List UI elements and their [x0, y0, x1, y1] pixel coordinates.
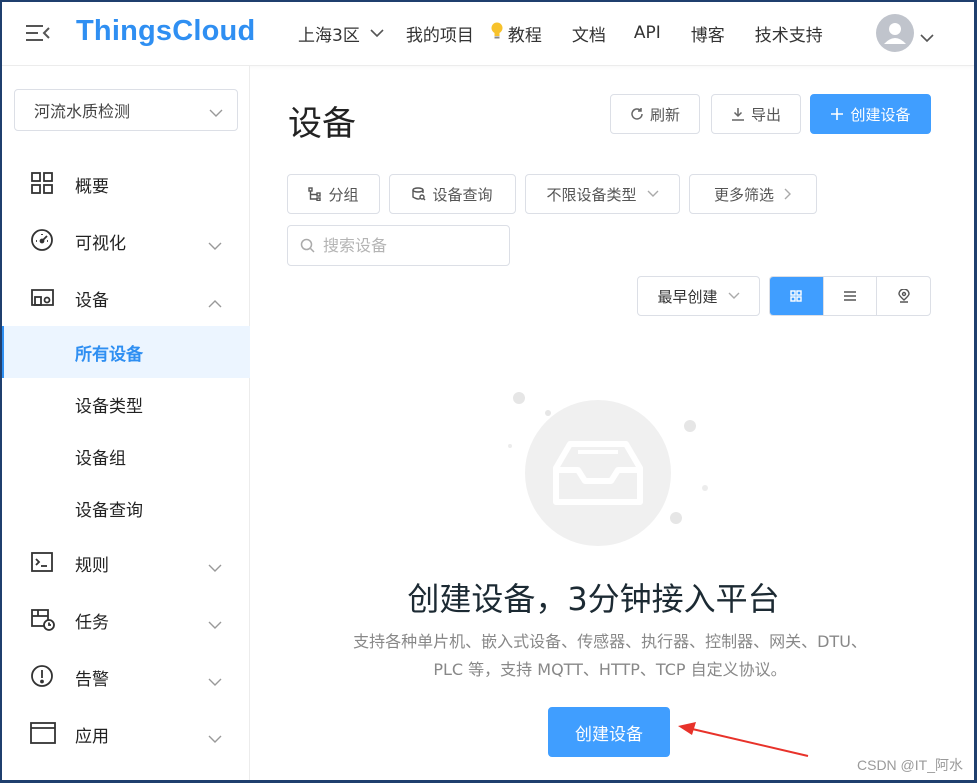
- sidebar-item-label: 规则: [75, 555, 109, 576]
- lightbulb-icon: [490, 22, 504, 45]
- avatar[interactable]: [876, 14, 914, 52]
- nav-support[interactable]: 技术支持: [755, 21, 823, 46]
- sidebar-item-label: 应用: [75, 726, 109, 747]
- nav-docs[interactable]: 文档: [572, 21, 606, 46]
- top-header: ThingsCloud 上海3区 我的项目 教程 文档 API 博客 技术支持: [0, 0, 977, 66]
- map-pin-icon: [897, 289, 910, 303]
- annotation-arrow-icon: [676, 718, 812, 762]
- app-window-icon: [30, 721, 56, 747]
- sidebar-item-device-types[interactable]: 设备类型: [0, 378, 250, 430]
- plus-icon: [830, 107, 844, 121]
- refresh-button-label: 刷新: [649, 105, 680, 124]
- sidebar-item-label: 告警: [75, 669, 109, 690]
- terminal-icon: [30, 550, 56, 576]
- empty-desc-line: 支持各种单片机、嵌入式设备、传感器、执行器、控制器、网关、DTU、: [353, 632, 867, 651]
- empty-create-device-button[interactable]: 创建设备: [548, 707, 670, 757]
- sidebar-item-device-groups[interactable]: 设备组: [0, 430, 250, 482]
- watermark: CSDN @IT_阿水: [857, 757, 963, 773]
- more-filters-label: 更多筛选: [713, 185, 774, 204]
- map-view-button[interactable]: [876, 277, 930, 315]
- nav-blog[interactable]: 博客: [691, 21, 725, 46]
- region-selector[interactable]: 上海3区: [298, 21, 384, 46]
- database-search-icon: [412, 187, 426, 201]
- create-device-button[interactable]: 创建设备: [810, 94, 931, 134]
- view-mode-toggle: [769, 276, 931, 316]
- sidebar-item-overview[interactable]: 概要: [0, 158, 250, 210]
- dashboard-gauge-icon: [30, 228, 56, 254]
- sidebar-item-label: 可视化: [75, 233, 126, 254]
- sidebar-item-alerts[interactable]: 告警: [0, 651, 250, 703]
- chevron-down-icon[interactable]: [920, 28, 934, 47]
- list-view-icon: [844, 291, 856, 301]
- sort-value: 最早创建: [657, 287, 718, 306]
- nav-tutorial-label: 教程: [507, 25, 542, 46]
- chevron-down-icon: [208, 236, 222, 256]
- nav-tutorial[interactable]: 教程: [490, 21, 542, 46]
- empty-create-device-label: 创建设备: [575, 724, 643, 745]
- empty-state-description: 支持各种单片机、嵌入式设备、传感器、执行器、控制器、网关、DTU、 PLC 等，…: [320, 628, 900, 684]
- refresh-icon: [630, 107, 644, 121]
- export-button[interactable]: 导出: [711, 94, 801, 134]
- group-filter-label: 分组: [328, 185, 359, 204]
- sidebar-item-label: 概要: [75, 176, 109, 197]
- empty-inbox-illustration: [500, 380, 720, 560]
- menu-collapse-icon[interactable]: [26, 24, 50, 42]
- page-title: 设备: [288, 104, 356, 144]
- search-icon: [300, 238, 315, 253]
- search-box[interactable]: [287, 225, 510, 266]
- sidebar-item-all-devices[interactable]: 所有设备: [0, 326, 250, 378]
- project-select[interactable]: 河流水质检测: [14, 89, 238, 131]
- chevron-down-icon: [208, 729, 222, 749]
- sidebar-item-label: 设备: [75, 290, 109, 311]
- create-device-button-label: 创建设备: [850, 105, 911, 124]
- top-nav: 上海3区 我的项目 教程 文档 API 博客 技术支持: [298, 0, 823, 66]
- project-select-value: 河流水质检测: [34, 102, 131, 121]
- list-view-button[interactable]: [822, 277, 877, 315]
- device-type-value: 不限设备类型: [546, 185, 637, 204]
- download-icon: [731, 107, 745, 121]
- device-query-button[interactable]: 设备查询: [389, 174, 516, 214]
- nav-my-projects[interactable]: 我的项目: [406, 21, 474, 46]
- grid-view-icon: [790, 290, 803, 302]
- sidebar-item-apps[interactable]: 应用: [0, 708, 250, 760]
- refresh-button[interactable]: 刷新: [610, 94, 700, 134]
- empty-state-title-text: 创建设备，3分钟接入平台: [407, 580, 780, 618]
- more-filters-button[interactable]: 更多筛选: [689, 174, 817, 214]
- alert-icon: [30, 664, 56, 690]
- chevron-up-icon: [208, 293, 222, 313]
- empty-desc-line: PLC 等，支持 MQTT、HTTP、TCP 自定义协议。: [433, 660, 787, 679]
- nav-api[interactable]: API: [634, 23, 661, 43]
- empty-state-title: 创建设备，3分钟接入平台: [0, 574, 977, 620]
- grid-view-button[interactable]: [770, 277, 823, 315]
- grid-icon: [30, 171, 56, 197]
- export-button-label: 导出: [750, 105, 781, 124]
- sidebar-item-device-query[interactable]: 设备查询: [0, 482, 250, 534]
- chevron-down-icon: [208, 672, 222, 692]
- chevron-down-icon: [370, 23, 384, 43]
- sort-select[interactable]: 最早创建: [637, 276, 760, 316]
- sidebar-item-visualize[interactable]: 可视化: [0, 215, 250, 267]
- device-type-select[interactable]: 不限设备类型: [525, 174, 680, 214]
- sidebar: 河流水质检测 概要 可视化 设备 所有设备 设备类型 设备组 设备查询 规则 任…: [0, 66, 250, 783]
- sidebar-item-devices[interactable]: 设备: [0, 272, 250, 324]
- chevron-down-icon: [209, 103, 223, 122]
- search-input[interactable]: [323, 236, 503, 255]
- chevron-down-icon: [647, 190, 659, 198]
- tree-icon: [308, 187, 322, 201]
- device-icon: [30, 285, 56, 311]
- chevron-down-icon: [728, 292, 740, 300]
- logo[interactable]: ThingsCloud: [76, 15, 255, 48]
- chevron-right-icon: [784, 188, 792, 200]
- device-query-label: 设备查询: [432, 185, 493, 204]
- group-filter-button[interactable]: 分组: [287, 174, 380, 214]
- region-label: 上海3区: [298, 25, 360, 46]
